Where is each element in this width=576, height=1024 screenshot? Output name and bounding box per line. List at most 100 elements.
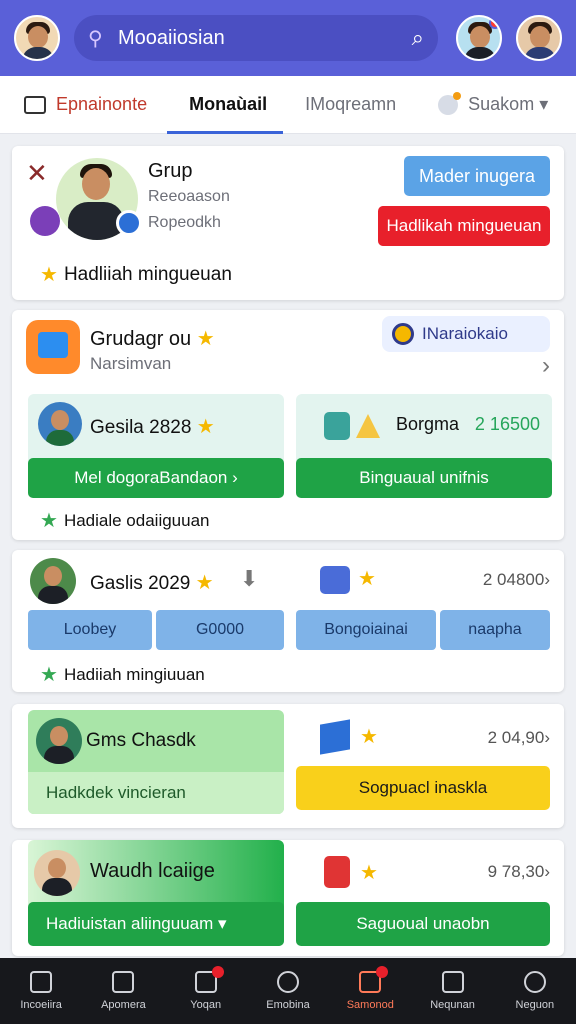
user-avatar[interactable] [516, 15, 562, 61]
group-card-2: Grudagr ou ★ Narsimvan INaraiokaio › Ges… [12, 310, 564, 540]
clipboard-icon [324, 412, 350, 440]
join-button[interactable]: Binguaual unifnis [296, 458, 552, 498]
notification-badge [211, 966, 224, 978]
tab-epnainonte[interactable]: Epnainonte [24, 76, 147, 134]
nav-profile[interactable]: Neguon [494, 958, 576, 1024]
notification-dot [489, 17, 500, 29]
tab-label: IMoqreamn [305, 94, 397, 114]
compass-icon [276, 971, 299, 993]
chat-icon [438, 91, 462, 115]
tab-imoqreamn[interactable]: IMoqreamn [305, 76, 396, 134]
score-value: 2 04,90› [487, 728, 550, 747]
reward-line: ★ Hadiale odaiiguuan [40, 508, 210, 533]
app-header: ⚲ Mooaiiosian ⌕ [0, 0, 576, 76]
player-avatar[interactable] [36, 718, 82, 764]
home-icon [30, 971, 53, 993]
score-value: 2 04800› [482, 570, 550, 589]
nav-emobina[interactable]: Emobina [247, 958, 329, 1024]
nav-yoqan[interactable]: Yoqan [165, 958, 247, 1024]
player-name: Gesila 2828 ★ [90, 416, 215, 438]
group-title: Grup [148, 160, 193, 182]
nav-samonod[interactable]: Samonod [329, 958, 411, 1024]
search-icon[interactable]: ⌕ [412, 25, 424, 51]
claim-button[interactable]: Sogpuacl inaskla [296, 766, 550, 810]
tab-bar: Epnainonte Monaùail IMoqreamn Suakom ▾ [0, 76, 576, 134]
trophy-icon [356, 414, 380, 438]
app-icon [26, 320, 80, 374]
tab-suakom-dropdown[interactable]: Suakom ▾ [438, 76, 548, 134]
primary-button[interactable]: Mader inugera [404, 156, 550, 196]
coin-icon [392, 323, 414, 345]
bonus-button[interactable]: Bongoiainai [296, 610, 436, 650]
chevron-right-icon[interactable]: › [542, 352, 550, 380]
star-icon: ★ [40, 510, 58, 532]
player-name: Gaslis 2029 ★ [90, 572, 214, 594]
app-icon [324, 856, 350, 888]
search-left-icon: ⚲ [88, 27, 103, 50]
notification-badge [376, 966, 389, 978]
game-icons: ★ [320, 564, 384, 598]
player-panel: Waudh lcaiige Hadiuistan aliinguuam ▾ [28, 840, 284, 946]
star-icon: ★ [40, 264, 58, 286]
verified-icon [116, 210, 142, 236]
nav-nequnan[interactable]: Nequnan [411, 958, 493, 1024]
gift-button[interactable]: G0000 [156, 610, 284, 650]
reward-button[interactable]: Hadlikah mingueuan [378, 206, 550, 246]
reward-text: Hadiiah mingiuuan [63, 664, 205, 684]
reward-bar[interactable]: Hadkdek vincieran [28, 772, 284, 814]
tab-label: Suakom ▾ [468, 94, 549, 114]
profile-avatar[interactable] [14, 15, 60, 61]
reward-dropdown[interactable]: Hadiuistan aliinguuam ▾ [28, 902, 284, 946]
star-icon: ★ [360, 862, 378, 884]
group-subtitle: Reeoaason [148, 188, 230, 205]
reward-line: ★ Hadliiah mingueuan [40, 262, 232, 287]
star-icon: ★ [196, 328, 215, 350]
group-subtitle-2: Ropeodkh [148, 214, 221, 231]
player-panel-right: Borgma 2 16500 Binguaual unifnis [296, 394, 552, 498]
card-title: Grudagr ou ★ [90, 328, 215, 350]
tab-label: Monaùail [189, 94, 268, 114]
nav-home[interactable]: Incoeiira [0, 958, 82, 1024]
player-name: Waudh lcaiige [90, 860, 215, 882]
panel-name: Borgma [396, 414, 460, 434]
reward-text: Hadliiah mingueuan [63, 263, 232, 285]
arrow-down-icon[interactable]: ⬇ [240, 566, 258, 592]
app-icon [320, 566, 350, 594]
bottom-nav: Incoeiira Apomera Yoqan Emobina Samonod … [0, 958, 576, 1024]
join-button[interactable]: Saguoual unaobn [296, 902, 550, 946]
star-icon: ★ [360, 726, 378, 748]
nav-apomera[interactable]: Apomera [82, 958, 164, 1024]
tab-monauail[interactable]: Monaùail [167, 76, 284, 134]
close-icon[interactable]: ✕ [26, 158, 48, 189]
search-bar[interactable]: ⚲ Mooaiiosian ⌕ [74, 15, 438, 61]
group-card-3: Gaslis 2029 ★ ⬇ ★ 2 04800› Loobey G0000 … [12, 550, 564, 692]
player-avatar[interactable] [38, 402, 82, 446]
lobby-button[interactable]: Loobey [28, 610, 152, 650]
house-icon [112, 971, 135, 993]
player-panel-left: Gesila 2828 ★ Mel dogoraBandaon › [28, 394, 284, 498]
status-pill[interactable]: INaraiokaio [382, 316, 550, 352]
user-icon [523, 971, 546, 993]
tab-label: Epnainonte [56, 94, 148, 114]
share-button[interactable]: naapha [440, 610, 550, 650]
star-icon: ★ [196, 416, 215, 438]
pill-label: INaraiokaio [422, 324, 508, 343]
friend-avatar[interactable] [456, 15, 502, 61]
star-icon: ★ [358, 568, 376, 590]
cube-icon [320, 719, 350, 755]
game-icons [324, 410, 384, 442]
score-value: 9 78,30› [487, 862, 550, 881]
panel-value: 2 16500 [474, 414, 540, 434]
player-panel: Gms Chasdk Hadkdek vincieran [28, 710, 284, 814]
star-icon: ★ [195, 572, 214, 594]
player-avatar[interactable] [30, 558, 76, 604]
search-input[interactable]: Mooaiiosian [118, 27, 412, 50]
group-card-5: Waudh lcaiige Hadiuistan aliinguuam ▾ ★ … [12, 840, 564, 956]
player-avatar[interactable] [34, 850, 80, 896]
grape-icon [30, 206, 60, 236]
card-subtitle: Narsimvan [90, 354, 172, 373]
star-icon: ★ [40, 664, 58, 686]
play-button[interactable]: Mel dogoraBandaon › [28, 458, 284, 498]
reward-text: Hadiale odaiiguuan [63, 510, 210, 530]
player-name: Gms Chasdk [86, 730, 196, 751]
